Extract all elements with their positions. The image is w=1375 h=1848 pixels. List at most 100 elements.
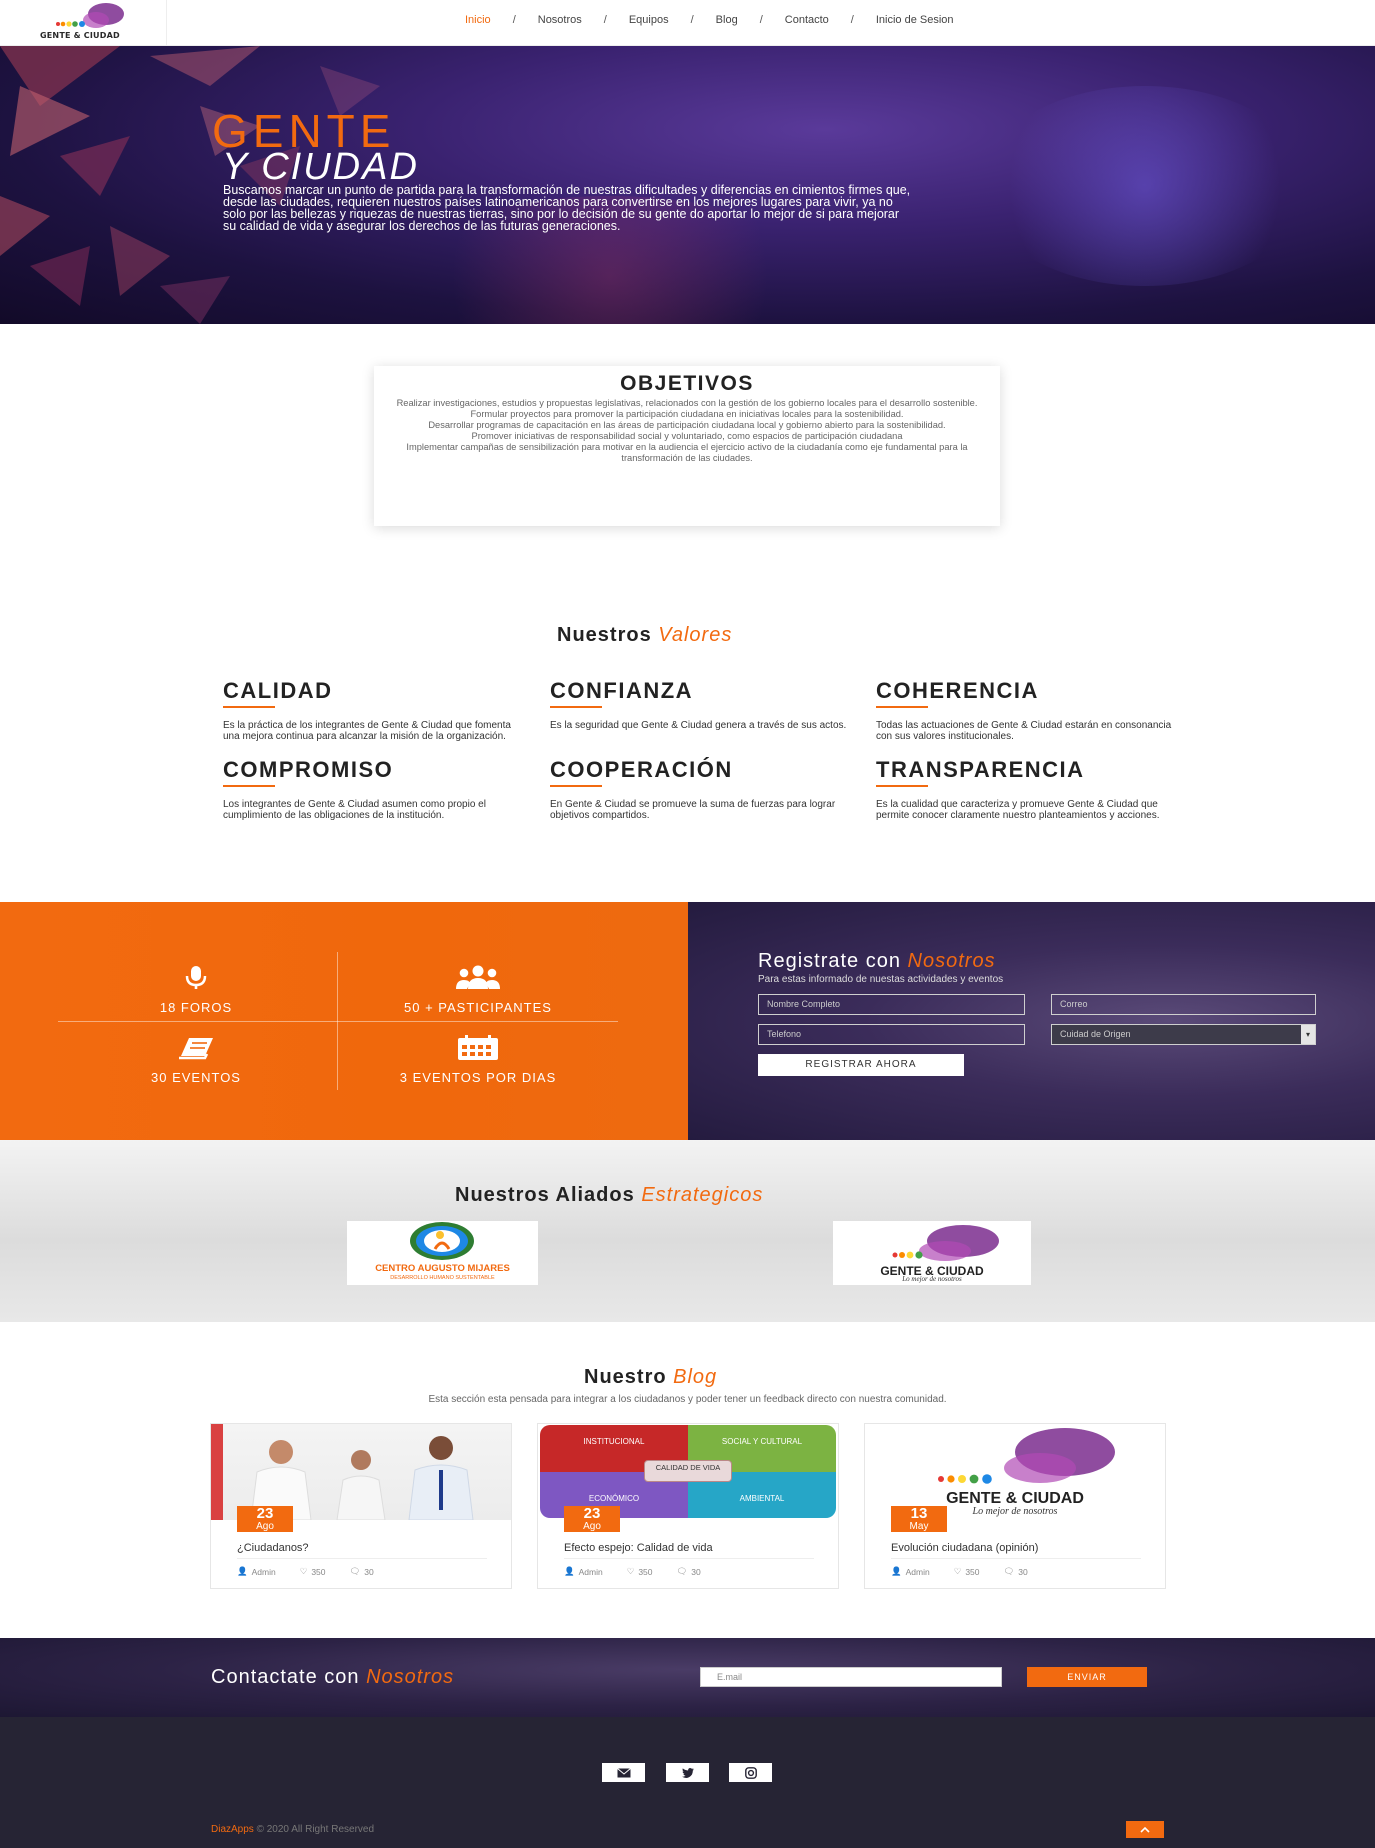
hero-glow [980, 86, 1310, 286]
quadrant-label: INSTITUCIONAL [583, 1437, 645, 1446]
comments-icon[interactable]: 🗨 [350, 1566, 361, 1577]
blog-date-month: Ago [256, 1521, 274, 1532]
cam-logo-icon [410, 1222, 474, 1260]
blog-card-meta: 👤 Admin ♡ 350 🗨 30 [564, 1566, 705, 1577]
blog-date-month: Ago [583, 1521, 601, 1532]
footer-brand-link[interactable]: DiazApps [211, 1824, 254, 1835]
blog-date-badge: 23 Ago [237, 1506, 293, 1532]
objetivo-item: Desarrollar programas de capacitación en… [428, 420, 946, 430]
contact-bar: Contactate con Nosotros E.mail ENVIAR [0, 1638, 1375, 1717]
register-subtitle: Para estas informado de nuestas activida… [758, 974, 1004, 985]
blog-subtitle: Esta sección esta pensada para integrar … [428, 1394, 947, 1405]
menu-item-equipos[interactable]: Equipos [629, 14, 669, 26]
heart-icon[interactable]: ♡ [627, 1566, 635, 1577]
blog-date-day: 23 [256, 1505, 274, 1522]
valor-underline [223, 785, 275, 787]
valor-name: CONFIANZA [550, 678, 694, 703]
ally-logo-cam[interactable]: CENTRO AUGUSTO MIJARES DESARROLLO HUMANO… [347, 1221, 538, 1285]
email-social-button[interactable] [602, 1763, 645, 1782]
blog-likes: 350 [311, 1566, 326, 1577]
blog-author: Admin [578, 1566, 603, 1577]
contact-title-text: Contactate con [211, 1666, 360, 1688]
blog-card-divider [891, 1558, 1141, 1559]
blog-date-day: 13 [910, 1505, 928, 1522]
blog-card[interactable]: INSTITUCIONAL SOCIAL Y CULTURAL ECONÓMIC… [537, 1423, 839, 1589]
allies-title-accent: Estrategicos [641, 1184, 764, 1206]
instagram-icon [744, 1766, 757, 1779]
comments-icon[interactable]: 🗨 [677, 1566, 688, 1577]
blog-card[interactable]: GENTE & CIUDAD Lo mejor de nosotros 13 M… [864, 1423, 1166, 1589]
objetivo-item: Implementar campañas de sensibilización … [406, 442, 968, 463]
heart-icon[interactable]: ♡ [300, 1566, 308, 1577]
email-input[interactable]: Correo [1051, 994, 1316, 1015]
menu-item-contacto[interactable]: Contacto [785, 14, 829, 26]
blog-card-meta: 👤 Admin ♡ 350 🗨 30 [891, 1566, 1032, 1577]
menu-item-login[interactable]: Inicio de Sesion [876, 14, 954, 26]
send-button[interactable]: ENVIAR [1027, 1667, 1147, 1687]
objetivos-title: OBJETIVOS [620, 372, 754, 395]
valor-underline [876, 785, 928, 787]
valor-text: Es la seguridad que Gente & Ciudad gener… [550, 720, 847, 731]
valor-text: Es la práctica de los integrantes de Gen… [223, 720, 511, 742]
menu-item-blog[interactable]: Blog [716, 14, 738, 26]
blog-comments: 30 [691, 1566, 701, 1577]
menu-item-inicio[interactable]: Inicio [465, 14, 491, 26]
valor-confianza: CONFIANZA Es la seguridad que Gente & Ci… [550, 678, 850, 731]
valores-title-accent: Valores [658, 624, 733, 646]
hero-description: Buscamos marcar un punto de partida para… [223, 183, 911, 233]
register-title-text: Registrate con [758, 950, 901, 972]
user-icon: 👤 [891, 1566, 902, 1576]
envelope-icon [616, 1767, 631, 1777]
book-icon [56, 1034, 336, 1062]
blog-comments: 30 [1018, 1566, 1028, 1577]
objetivos-card: OBJETIVOS Realizar investigaciones, estu… [374, 366, 1000, 526]
quadrant-label: AMBIENTAL [739, 1494, 785, 1503]
heart-icon[interactable]: ♡ [954, 1566, 962, 1577]
ally-logo-gente-ciudad[interactable]: GENTE & CIUDAD Lo mejor de nosotros [833, 1221, 1031, 1285]
blog-title: Nuestro Blog [584, 1366, 717, 1389]
blog-card[interactable]: 23 Ago ¿Ciudadanos? 👤 Admin ♡ 350 🗨 30 [210, 1423, 512, 1589]
valor-text: Es la cualidad que caracteriza y promuev… [876, 799, 1160, 821]
objetivo-item: Promover iniciativas de responsabilidad … [471, 431, 903, 441]
name-input[interactable]: Nombre Completo [758, 994, 1025, 1015]
blog-card-meta: 👤 Admin ♡ 350 🗨 30 [237, 1566, 378, 1577]
stat-eventos-dia: 3 EVENTOS POR DIAS [338, 1034, 618, 1085]
instagram-social-button[interactable] [729, 1763, 772, 1782]
blog-date-badge: 13 May [891, 1506, 947, 1532]
comments-icon[interactable]: 🗨 [1004, 1566, 1015, 1577]
back-to-top-button[interactable] [1126, 1821, 1164, 1838]
contact-email-input[interactable]: E.mail [700, 1667, 1002, 1687]
valor-text: En Gente & Ciudad se promueve la suma de… [550, 799, 836, 821]
stats-panel: 18 FOROS 50 + PASTICIPANTES 30 EVENTOS 3… [0, 902, 688, 1140]
register-title-accent: Nosotros [907, 950, 996, 972]
stat-label: 18 FOROS [159, 1000, 233, 1015]
city-select[interactable]: Cuidad de Origen ▾ [1051, 1024, 1316, 1045]
stats-divider [58, 1021, 618, 1022]
menu-separator: / [690, 14, 694, 26]
menu-item-nosotros[interactable]: Nosotros [538, 14, 582, 26]
valor-coherencia: COHERENCIA Todas las actuaciones de Gent… [876, 678, 1176, 742]
phone-input[interactable]: Telefono [758, 1024, 1025, 1045]
valor-name: TRANSPARENCIA [876, 757, 1085, 782]
register-button[interactable]: REGISTRAR AHORA [758, 1054, 964, 1076]
valor-underline [223, 706, 275, 708]
allies-section: Nuestros Aliados Estrategicos CENTRO AUG… [0, 1140, 1375, 1322]
blog-author: Admin [905, 1566, 930, 1577]
twitter-social-button[interactable] [666, 1763, 709, 1782]
blog-likes: 350 [638, 1566, 653, 1577]
allies-title: Nuestros Aliados Estrategicos [455, 1184, 763, 1207]
valor-text: Los integrantes de Gente & Ciudad asumen… [223, 799, 486, 821]
quadrant-label: SOCIAL Y CULTURAL [721, 1437, 803, 1446]
chevron-down-icon: ▾ [1301, 1025, 1315, 1044]
blog-card-title[interactable]: Evolución ciudadana (opinión) [891, 1542, 1038, 1554]
site-logo[interactable]: GENTE & CIUDAD [40, 2, 130, 44]
city-select-value: Cuidad de Origen [1060, 1029, 1131, 1039]
footer: DiazApps © 2020 All Right Reserved [0, 1717, 1375, 1848]
objetivo-item: Realizar investigaciones, estudios y pro… [396, 398, 978, 408]
contact-title: Contactate con Nosotros [211, 1666, 454, 1689]
quadrant-label: ECONÓMICO [588, 1494, 640, 1503]
blog-card-title[interactable]: Efecto espejo: Calidad de vida [564, 1542, 713, 1554]
gente-ciudad-logo-icon [892, 1225, 999, 1261]
allies-title-text: Nuestros Aliados [455, 1184, 635, 1206]
blog-card-title[interactable]: ¿Ciudadanos? [237, 1542, 309, 1554]
